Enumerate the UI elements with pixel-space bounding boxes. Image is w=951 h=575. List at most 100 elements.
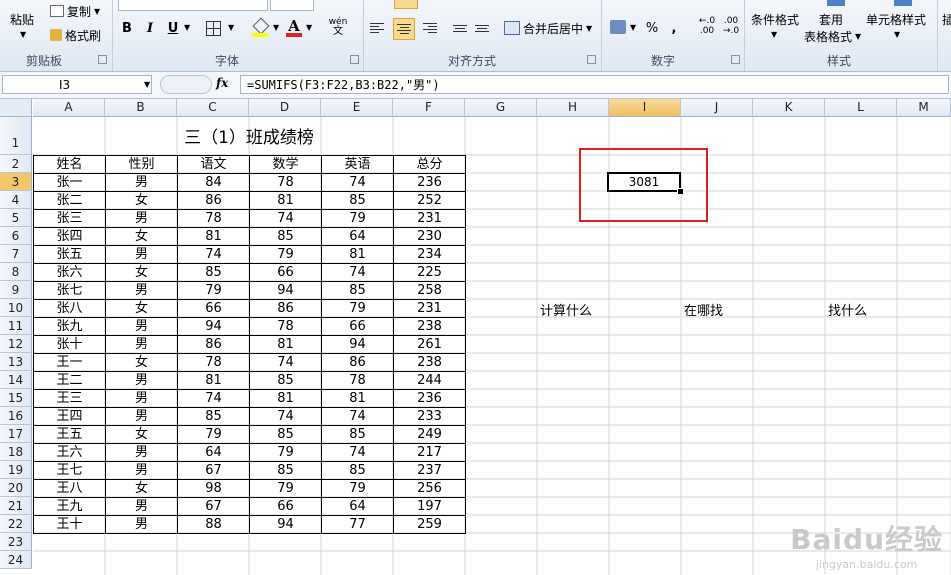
table-cell[interactable]: 女 [105,191,178,210]
row-header-8[interactable]: 8 [0,263,32,281]
table-cell[interactable]: 张六 [33,263,106,282]
table-cell[interactable]: 张四 [33,227,106,246]
table-cell[interactable]: 男 [105,389,178,408]
row-header-15[interactable]: 15 [0,389,32,407]
table-cell[interactable]: 男 [105,335,178,354]
comma-button[interactable]: , [664,18,684,38]
row-header-6[interactable]: 6 [0,227,32,245]
table-cell[interactable]: 男 [105,209,178,228]
table-cell[interactable]: 74 [249,209,322,228]
merge-center-button[interactable]: 合并后居中 ▼ [504,18,592,38]
table-cell[interactable]: 259 [393,515,466,534]
percent-button[interactable]: % [642,18,662,38]
table-cell[interactable]: 78 [321,371,394,390]
table-cell[interactable]: 女 [105,227,178,246]
table-cell[interactable]: 81 [321,245,394,264]
dialog-launcher-icon[interactable] [350,55,359,64]
align-right-button[interactable] [417,18,437,38]
column-title[interactable]: 语文 [177,155,250,174]
chevron-down-icon[interactable]: ▼ [306,23,312,32]
table-cell[interactable]: 244 [393,371,466,390]
table-cell[interactable]: 238 [393,353,466,372]
table-cell[interactable]: 77 [321,515,394,534]
table-cell[interactable]: 王三 [33,389,106,408]
table-cell[interactable]: 81 [177,227,250,246]
table-cell[interactable]: 81 [249,335,322,354]
table-cell[interactable]: 66 [249,497,322,516]
row-header-2[interactable]: 2 [0,155,32,173]
table-cell[interactable]: 217 [393,443,466,462]
table-cell[interactable]: 85 [249,425,322,444]
label-j10[interactable]: 在哪找 [681,300,748,318]
chevron-down-icon[interactable]: ▼ [184,23,190,32]
table-cell[interactable]: 86 [177,191,250,210]
table-cell[interactable]: 78 [249,317,322,336]
table-cell[interactable]: 86 [249,299,322,318]
table-cell[interactable]: 74 [321,173,394,192]
table-cell[interactable]: 79 [321,479,394,498]
table-cell[interactable]: 79 [177,281,250,300]
table-cell[interactable]: 66 [249,263,322,282]
table-cell[interactable]: 男 [105,317,178,336]
table-cell[interactable]: 74 [321,407,394,426]
table-cell[interactable]: 236 [393,173,466,192]
table-cell[interactable]: 81 [321,389,394,408]
row-header-10[interactable]: 10 [0,299,32,317]
table-cell[interactable]: 94 [249,515,322,534]
table-cell[interactable]: 张九 [33,317,106,336]
cell-styles-button[interactable]: 单元格样式 ▼ [864,0,934,46]
decrease-decimal-button[interactable]: .00 →.0 [720,16,742,36]
select-all-button[interactable] [0,99,32,117]
row-header-17[interactable]: 17 [0,425,32,443]
dialog-launcher-icon[interactable] [731,55,740,64]
table-cell[interactable]: 225 [393,263,466,282]
table-cell[interactable]: 85 [177,263,250,282]
row-header-13[interactable]: 13 [0,353,32,371]
table-cell[interactable]: 男 [105,173,178,192]
table-cell[interactable]: 233 [393,407,466,426]
column-header-c[interactable]: C [177,99,249,117]
insert-function-button[interactable]: fx [216,76,228,90]
increase-decimal-button[interactable]: ←.0 .00 [696,16,718,36]
chevron-down-icon[interactable]: ▼ [228,23,234,32]
column-header-e[interactable]: E [321,99,393,117]
table-cell[interactable]: 258 [393,281,466,300]
paste-button[interactable]: 粘贴 ▼ [6,0,40,48]
label-l10[interactable]: 找什么 [825,300,892,318]
copy-button[interactable]: 复制 ▼ [50,1,100,21]
chevron-down-icon[interactable]: ▼ [630,23,636,32]
table-cell[interactable]: 张三 [33,209,106,228]
row-header-11[interactable]: 11 [0,317,32,335]
table-cell[interactable]: 94 [177,317,250,336]
row-header-23[interactable]: 23 [0,533,32,551]
table-cell[interactable]: 张二 [33,191,106,210]
table-cell[interactable]: 女 [105,425,178,444]
table-cell[interactable]: 男 [105,497,178,516]
table-cell[interactable]: 231 [393,209,466,228]
conditional-format-button[interactable]: 条件格式 ▼ [747,0,803,46]
table-cell[interactable]: 男 [105,461,178,480]
table-cell[interactable]: 234 [393,245,466,264]
bold-button[interactable]: B [117,18,137,38]
column-header-i[interactable]: I [609,99,681,117]
table-cell[interactable]: 王四 [33,407,106,426]
table-cell[interactable]: 66 [177,299,250,318]
table-cell[interactable]: 256 [393,479,466,498]
table-cell[interactable]: 67 [177,497,250,516]
table-cell[interactable]: 王一 [33,353,106,372]
table-cell[interactable]: 男 [105,281,178,300]
align-left-button[interactable] [370,18,390,38]
table-cell[interactable]: 男 [105,371,178,390]
table-cell[interactable]: 249 [393,425,466,444]
table-cell[interactable]: 94 [249,281,322,300]
table-cell[interactable]: 王八 [33,479,106,498]
format-as-table-button[interactable]: 套用 表格格式 ▼ [803,0,861,46]
table-cell[interactable]: 王二 [33,371,106,390]
column-title[interactable]: 性别 [105,155,178,174]
row-header-18[interactable]: 18 [0,443,32,461]
table-cell[interactable]: 王十 [33,515,106,534]
column-header-k[interactable]: K [753,99,825,117]
table-cell[interactable]: 85 [249,227,322,246]
row-header-24[interactable]: 24 [0,551,32,569]
dialog-launcher-icon[interactable] [98,55,107,64]
